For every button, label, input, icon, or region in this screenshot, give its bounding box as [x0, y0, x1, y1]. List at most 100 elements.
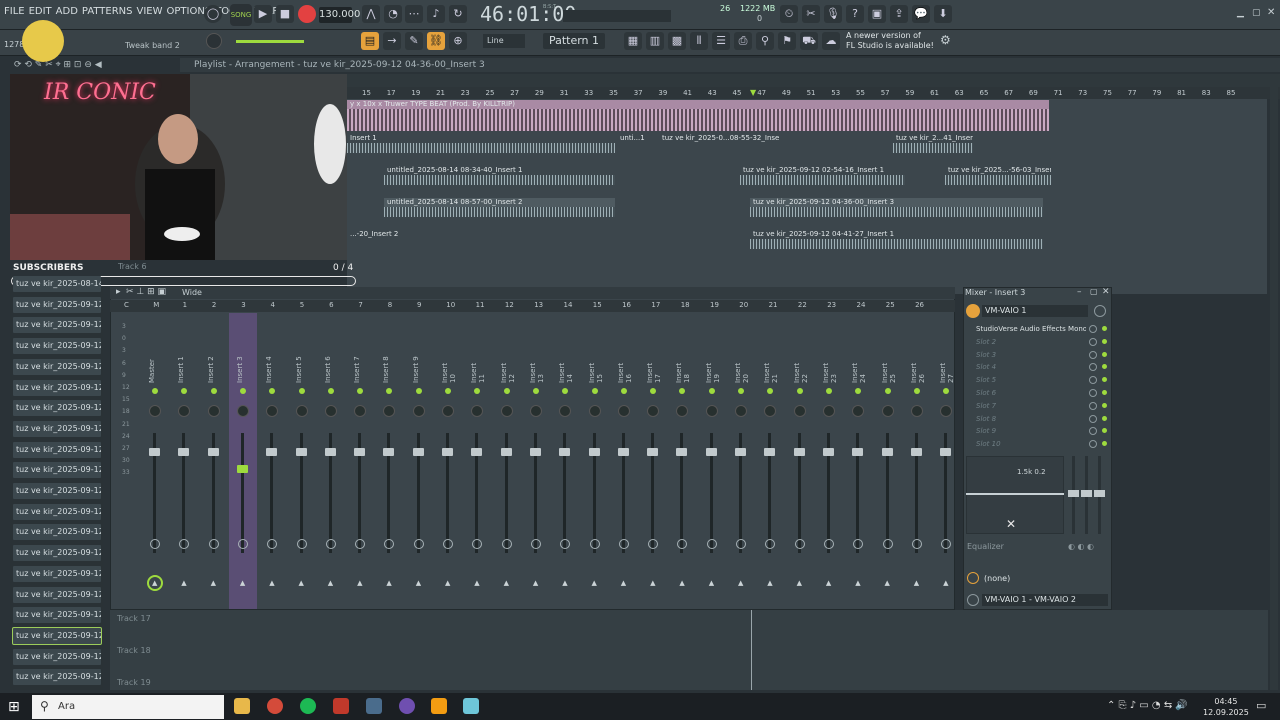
mixer-strip-send-arrow-icon[interactable]: ▲ — [474, 579, 479, 587]
slot-enable-led[interactable] — [1102, 402, 1107, 408]
browser-item[interactable]: tuz ve kir_2025-08-14 08... — [13, 276, 101, 292]
playlist-icon[interactable]: ▦ — [624, 32, 642, 50]
mixer-strip-pan-knob[interactable] — [852, 405, 865, 417]
mixer-strip[interactable]: Insert 21 ▲ — [756, 313, 784, 609]
mixer-strip-enable-led[interactable] — [269, 388, 276, 394]
mixer-strip[interactable]: Insert 20 ▲ — [727, 313, 755, 609]
effect-slot[interactable]: Slot 2 — [976, 336, 1086, 348]
track-18-label[interactable]: Track 18 — [117, 646, 151, 655]
playlist-scrollbar[interactable] — [1270, 74, 1278, 690]
mixer-strip-send-arrow-icon[interactable]: ▲ — [709, 579, 714, 587]
mixer-strip-enable-led[interactable] — [796, 388, 803, 394]
eq-band-1-cap[interactable] — [1068, 490, 1079, 497]
metronome-icon[interactable]: ⋀ — [362, 5, 380, 23]
mixer-strip-send-arrow-icon[interactable]: ▲ — [240, 579, 245, 587]
eq-band-2-cap[interactable] — [1081, 490, 1092, 497]
piano-icon[interactable]: ▩ — [668, 32, 686, 50]
clip-10[interactable]: ...-20_Insert 2 — [347, 230, 407, 239]
mixer-strip-fader-cap[interactable] — [529, 448, 541, 456]
mixer-strip-fader-cap[interactable] — [852, 448, 864, 456]
spotify-icon[interactable] — [300, 698, 316, 714]
effect-slot[interactable]: Slot 7 — [976, 400, 1086, 412]
mixer-strip-route-icon[interactable] — [413, 539, 424, 549]
download-icon[interactable]: ⬇ — [934, 5, 952, 23]
browser-item[interactable]: tuz ve kir_2025-09-12 04... — [13, 669, 101, 686]
insert-close-icon[interactable]: ✕ — [1102, 287, 1110, 297]
mixer-strip-enable-led[interactable] — [855, 388, 862, 394]
mixer-strip-enable-led[interactable] — [474, 388, 481, 394]
windows-start-icon[interactable]: ⊞ — [8, 699, 20, 715]
mixer-strip-fader-cap[interactable] — [588, 448, 600, 456]
mixer-strip-fader-cap[interactable] — [793, 448, 805, 456]
browser-item[interactable]: tuz ve kir_2025-09-12 04... — [13, 607, 101, 624]
master-volume-slider[interactable] — [236, 40, 304, 43]
browser-item[interactable]: tuz ve kir_2025-09-12 03... — [13, 524, 101, 541]
browser-icon[interactable]: ⎙ — [734, 32, 752, 50]
notepad-icon[interactable] — [463, 698, 479, 714]
mixer-strip-pan-knob[interactable] — [822, 405, 835, 417]
mixer-strip-pan-knob[interactable] — [500, 405, 513, 417]
mixer-strip-enable-led[interactable] — [181, 388, 188, 394]
menu-add[interactable]: ADD — [56, 6, 78, 17]
update-gear-icon[interactable]: ⚙ — [940, 33, 951, 47]
chrome-icon[interactable] — [267, 698, 283, 714]
mixer-menu-icon[interactable]: ▸ — [116, 287, 121, 297]
mixer-strip-enable-led[interactable] — [386, 388, 393, 394]
mixer-strip-fader-cap[interactable] — [500, 448, 512, 456]
mixer-strip-fader-cap[interactable] — [295, 448, 307, 456]
browser-item[interactable]: tuz ve kir_2025-09-12 04... — [13, 586, 101, 603]
close-icon[interactable]: ✕ — [1267, 7, 1275, 18]
mixer-strip-route-icon[interactable] — [941, 539, 952, 549]
cut-icon[interactable]: ✂ — [802, 5, 820, 23]
mixer-strip-route-icon[interactable] — [736, 539, 746, 549]
mixer-strip-route-icon[interactable] — [911, 539, 922, 549]
mixer-strip[interactable]: Insert 24 ▲ — [844, 313, 872, 609]
mixer-strip-fader-cap[interactable] — [940, 448, 952, 456]
mixer-strip-enable-led[interactable] — [210, 388, 217, 394]
mixer-strip-enable-led[interactable] — [415, 388, 422, 394]
mixer-strip[interactable]: Insert 15 ▲ — [581, 313, 609, 609]
mixer-strip-fader-cap[interactable] — [910, 448, 922, 456]
mixer-strip-route-icon[interactable] — [589, 539, 600, 549]
menu-file[interactable]: FILE — [4, 6, 25, 17]
browser-item[interactable]: tuz ve kir_2025-09-12 03... — [13, 358, 101, 375]
mixer-strip-enable-led[interactable] — [825, 388, 832, 394]
mixer-strip[interactable]: Insert 18 ▲ — [668, 313, 696, 609]
mixer-strip-enable-led[interactable] — [884, 388, 891, 394]
mixer-strip[interactable]: Insert 9 ▲ — [405, 313, 433, 609]
mixer-strip-fader-cap[interactable] — [822, 448, 834, 456]
mixer-strip-send-arrow-icon[interactable]: ▲ — [328, 579, 333, 587]
play-button[interactable]: ▶ — [254, 5, 272, 23]
brush-icon[interactable]: ✎ — [405, 32, 423, 50]
mixer-strip-pan-knob[interactable] — [324, 405, 337, 417]
audio-output-route[interactable]: VM-VAIO 1 - VM-VAIO 2 — [982, 594, 1108, 606]
eq-band-3-cap[interactable] — [1094, 490, 1105, 497]
timer-icon[interactable]: ⏲ — [780, 5, 798, 23]
mixer-tools-icons[interactable]: ✂ ⊥ ⊞ ▣ — [126, 287, 166, 297]
mixer-strip-fader-cap[interactable] — [442, 448, 453, 456]
step-edit-icon[interactable]: ♪ — [427, 5, 445, 23]
save-icon[interactable]: ▣ — [868, 5, 886, 23]
mixer-strip-route-icon[interactable] — [325, 539, 336, 549]
mixer-strip-pan-knob[interactable] — [676, 405, 689, 417]
piano-roll-icon[interactable]: ▤ — [361, 32, 379, 50]
eq-band-sliders[interactable] — [1068, 456, 1106, 534]
mixer-strip-pan-knob[interactable] — [559, 405, 572, 417]
channel-icon[interactable]: ☰ — [712, 32, 730, 50]
menu-patterns[interactable]: PATTERNS — [82, 6, 133, 17]
slot-mix-knob[interactable] — [1089, 350, 1097, 359]
mixer-strip-enable-led[interactable] — [738, 388, 744, 394]
mixer-strip-enable-led[interactable] — [767, 388, 774, 394]
mixer-strip[interactable]: Insert 4 ▲ — [258, 313, 286, 609]
clip-7[interactable]: tuz ve kir_2025...-56-03_Insert 1 — [945, 166, 1051, 185]
mixer-strip-fader-cap[interactable] — [676, 448, 688, 456]
mixer-strip[interactable]: Insert 17 ▲ — [639, 313, 667, 609]
mixer-strip-fader-cap[interactable] — [471, 448, 483, 456]
slot-enable-led[interactable] — [1102, 326, 1107, 331]
taskbar-clock[interactable]: 04:45 12.09.2025 — [1203, 696, 1249, 718]
mixer-strip-enable-led[interactable] — [357, 388, 364, 394]
clip-11[interactable]: tuz ve kir_2025-09-12 04-41-27_Insert 1 — [750, 230, 1043, 249]
mixer-strip-route-icon[interactable] — [296, 539, 307, 549]
clip-6[interactable]: tuz ve kir_2025-09-12 02-54-16_Insert 1 — [740, 166, 905, 185]
mixer-strip[interactable]: Insert 7 ▲ — [346, 313, 374, 609]
